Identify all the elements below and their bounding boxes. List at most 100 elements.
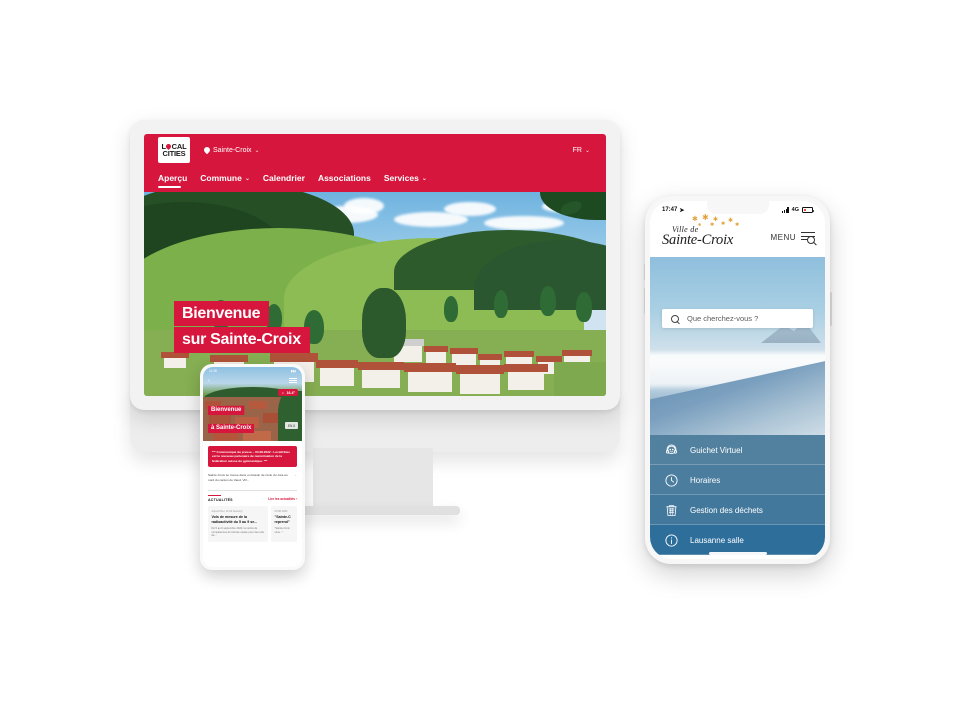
headset-support-icon <box>664 443 679 458</box>
hero-title-line2: sur Sainte-Croix <box>174 327 310 353</box>
quicklink-gestion-dechets[interactable]: Gestion des déchets <box>650 495 825 525</box>
clock-icon <box>664 473 679 488</box>
weather-temp: 16.4° <box>286 390 295 395</box>
city-selector[interactable]: Sainte-Croix ⌄ <box>202 145 260 155</box>
news-card[interactable]: Aujourd'hui, 11:00 heure(s) Vols de mesu… <box>208 506 268 542</box>
news-card-title: Vols de mesure de la radioactivité du 5 … <box>211 514 258 524</box>
large-phone-mockup: 17:47 ➤ 4G ✱ ✱ ✱ ✱ ✱ ✱ ✱ ✱ Ville de Sain… <box>643 196 832 564</box>
phone-app-header: ✱ ✱ ✱ ✱ ✱ ✱ ✱ ✱ Ville de Sainte-Croix ME… <box>650 214 825 257</box>
news-card-title: "Sainte-C reprend" <box>274 514 291 524</box>
tree <box>362 288 406 358</box>
site-main-nav: Aperçu Commune ⌄ Calendrier Associations… <box>144 166 606 192</box>
stars-decoration-icon: ✱ ✱ ✱ ✱ ✱ ✱ ✱ ✱ <box>692 213 740 228</box>
news-section-header: ACTUALITÉS Lire les actualités › <box>208 489 297 503</box>
quicklink-label: Lausanne salle <box>690 535 744 545</box>
monitor-stand-base <box>288 506 460 515</box>
nav-item-commune[interactable]: Commune ⌄ <box>200 173 250 185</box>
news-card-body: "Sainte-Croix vous..." <box>274 526 290 534</box>
small-phone-frame: 11:38 ▮▮▮ ‹ ☼ 16.4° EN 6 Bienvenue à Sai… <box>200 364 305 570</box>
nav-item-apercu[interactable]: Aperçu <box>158 173 188 188</box>
large-phone-screen: 17:47 ➤ 4G ✱ ✱ ✱ ✱ ✱ ✱ ✱ ✱ Ville de Sain… <box>650 201 825 559</box>
webcam-badge[interactable]: EN 6 <box>284 422 298 429</box>
localcities-logo[interactable]: L CAL CITIES <box>158 137 190 163</box>
small-phone-status-bar: 11:38 ▮▮▮ <box>203 367 302 375</box>
quicklink-lausanne-salle[interactable]: Lausanne salle <box>650 525 825 555</box>
search-bar[interactable]: Que cherchez-vous ? <box>662 309 813 328</box>
hero-title-line1: Bienvenue <box>174 300 270 327</box>
search-icon <box>671 314 679 323</box>
phone-home-indicator[interactable] <box>708 552 767 555</box>
hamburger-menu-icon[interactable] <box>289 376 297 385</box>
sun-icon: ☼ <box>281 390 285 395</box>
news-card[interactable]: 03.08.2022 "Sainte-C reprend" "Sainte-Cr… <box>271 506 297 542</box>
logo-text-cities: CITIES <box>162 149 186 158</box>
news-card-date: 03.08.2022 <box>274 509 288 513</box>
press-alert-banner[interactable]: *** Communiqué du presse – 03.08.2022 : … <box>208 446 297 468</box>
city-selector-label: Sainte-Croix <box>213 146 252 154</box>
status-indicators: ▮▮▮ <box>290 369 296 373</box>
location-pin-icon <box>202 145 212 155</box>
status-time: 11:38 <box>209 369 217 373</box>
news-card-body: Du 5 au 9 septembre 2022, la centra de c… <box>211 526 264 538</box>
nav-item-associations[interactable]: Associations <box>318 173 371 185</box>
small-phone-mockup: 11:38 ▮▮▮ ‹ ☼ 16.4° EN 6 Bienvenue à Sai… <box>200 364 305 570</box>
nav-label: Aperçu <box>158 173 188 183</box>
mockup-stage: L CAL CITIES Sainte-Croix ⌄ FR ⌄ Aperçu … <box>0 0 960 720</box>
hero-title: Bienvenue sur Sainte-Croix <box>174 300 310 354</box>
accent-bar <box>208 494 221 497</box>
cloud <box>484 216 564 230</box>
quicklink-label: Gestion des déchets <box>690 505 763 515</box>
weather-badge[interactable]: ☼ 16.4° <box>278 389 298 396</box>
ville-de-sainte-croix-logo[interactable]: ✱ ✱ ✱ ✱ ✱ ✱ ✱ ✱ Ville de Sainte-Croix <box>662 214 739 249</box>
news-card-list: Aujourd'hui, 11:00 heure(s) Vols de mesu… <box>208 506 297 542</box>
news-heading: ACTUALITÉS <box>208 498 233 503</box>
monitor-stand-neck <box>313 448 433 510</box>
desktop-screen: L CAL CITIES Sainte-Croix ⌄ FR ⌄ Aperçu … <box>144 134 606 396</box>
language-selector[interactable]: FR ⌄ <box>573 147 590 154</box>
quicklink-guichet-virtuel[interactable]: Guichet Virtuel <box>650 435 825 465</box>
phone-menu-button[interactable]: MENU <box>770 231 816 246</box>
phone-quicklinks-list: Guichet Virtuel Horaires Gestion des déc… <box>650 435 825 555</box>
small-phone-screen: 11:38 ▮▮▮ ‹ ☼ 16.4° EN 6 Bienvenue à Sai… <box>203 367 302 567</box>
network-label: 4G <box>791 207 799 213</box>
chevron-down-icon[interactable]: ⌄ <box>294 473 297 478</box>
chevron-down-icon: ⌄ <box>254 147 260 154</box>
quicklink-label: Guichet Virtuel <box>690 445 743 455</box>
tree <box>576 292 592 322</box>
nav-item-calendrier[interactable]: Calendrier <box>263 173 305 185</box>
hero-title-line1: Bienvenue <box>208 406 245 415</box>
trash-bin-icon <box>664 503 679 518</box>
news-see-all-link[interactable]: Lire les actualités › <box>268 497 297 501</box>
large-phone-frame: 17:47 ➤ 4G ✱ ✱ ✱ ✱ ✱ ✱ ✱ ✱ Ville de Sain… <box>645 196 830 564</box>
quicklink-label: Horaires <box>690 475 721 485</box>
hero-title-line2: à Sainte-Croix <box>208 424 255 433</box>
nav-item-services[interactable]: Services ⌄ <box>384 173 427 185</box>
tree <box>540 286 556 316</box>
search-input[interactable]: Que cherchez-vous ? <box>687 314 758 323</box>
language-selector-label: FR <box>572 146 582 154</box>
city-intro-text: Sainte-Croix se trouve dans un bassin de… <box>208 473 297 482</box>
signal-bars-icon <box>781 207 789 213</box>
nav-label: Services <box>383 173 419 183</box>
phone-notch <box>706 201 769 214</box>
small-phone-hero: 11:38 ▮▮▮ ‹ ☼ 16.4° EN 6 Bienvenue à Sai… <box>203 367 302 441</box>
site-top-bar: L CAL CITIES Sainte-Croix ⌄ FR ⌄ <box>144 134 606 166</box>
nav-label: Associations <box>317 173 371 183</box>
nav-label: Calendrier <box>262 173 305 183</box>
location-arrow-icon: ➤ <box>679 207 685 214</box>
info-icon <box>664 533 679 548</box>
tree <box>494 290 508 318</box>
status-time: 17:47 <box>662 207 678 213</box>
chevron-down-icon: ⌄ <box>584 147 590 154</box>
small-phone-topbar: ‹ <box>203 375 302 386</box>
logo-line-sainte-croix: Sainte-Croix <box>662 232 734 248</box>
chevron-down-icon: ⌄ <box>421 175 427 182</box>
phone-hero-mountain: Que cherchez-vous ? <box>650 257 825 435</box>
small-phone-hero-title: Bienvenue à Sainte-Croix <box>208 398 255 434</box>
quicklink-horaires[interactable]: Horaires <box>650 465 825 495</box>
back-chevron-icon[interactable]: ‹ <box>208 378 210 384</box>
intro-body: Sainte-Croix se trouve dans un bassin de… <box>208 473 288 483</box>
nav-label: Commune <box>200 173 242 183</box>
tree <box>444 296 458 322</box>
battery-icon <box>802 207 814 213</box>
